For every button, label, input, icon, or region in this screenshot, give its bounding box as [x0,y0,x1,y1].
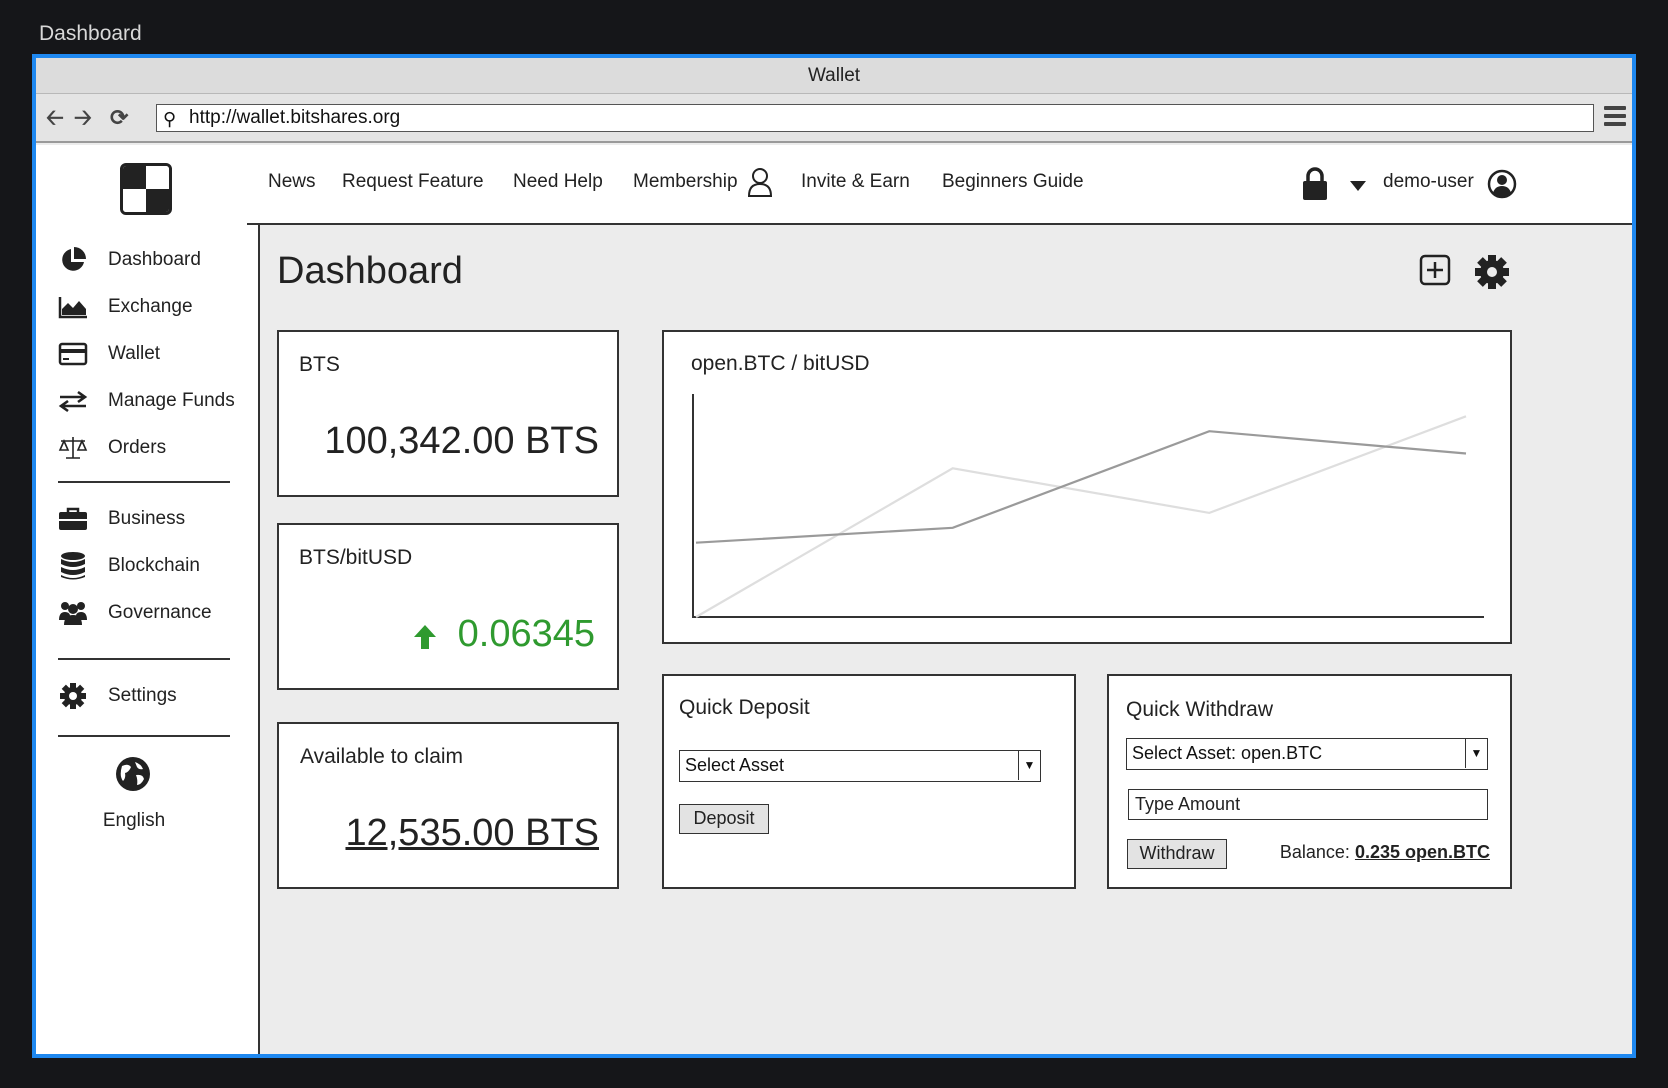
sidebar-item-label: Dashboard [108,249,201,270]
amount-placeholder: Type Amount [1135,794,1241,814]
outer-window-title: Dashboard [39,22,142,45]
reload-icon[interactable]: ⟳ [110,106,128,130]
browser-window: Wallet 🡠 🡢 ⟳ ⚲ http://wallet.bitshares.o… [32,54,1636,1058]
avatar[interactable] [1487,169,1517,204]
sidebar-item-label: Blockchain [108,555,200,576]
window-title: Wallet [36,58,1632,94]
card-label: BTS [299,353,340,376]
claim-value-link[interactable]: 12,535.00 BTS [345,812,599,855]
transfer-arrows-icon [58,387,88,415]
address-bar: 🡠 🡢 ⟳ ⚲ http://wallet.bitshares.org [36,94,1632,143]
username[interactable]: demo-user [1383,171,1474,193]
balance-value-link[interactable]: 0.235 open.BTC [1355,842,1490,862]
nav-link-request-feature[interactable]: Request Feature [342,171,484,193]
url-input[interactable]: ⚲ http://wallet.bitshares.org [156,104,1594,132]
lock-icon[interactable] [1301,167,1329,206]
price-value: 0.06345 [457,613,595,655]
sidebar-item-business[interactable]: Business [58,504,185,534]
price-chart-card: open.BTC / bitUSD [662,330,1512,644]
chevron-down-icon[interactable] [1349,179,1367,197]
url-text: http://wallet.bitshares.org [189,107,401,128]
sidebar-item-label: Exchange [108,296,193,317]
quick-deposit-panel: Quick Deposit Select Asset ▼ Deposit [662,674,1076,889]
arrow-up-icon [412,623,438,656]
hamburger-menu-icon[interactable] [1604,106,1626,130]
language-label[interactable]: English [36,810,232,832]
gear-icon [58,682,88,710]
sidebar-item-governance[interactable]: Governance [58,598,212,628]
credit-card-icon [58,340,88,368]
sidebar-item-label: Governance [108,602,212,623]
sidebar-item-blockchain[interactable]: Blockchain [58,551,200,581]
bts-balance-value: 100,342.00 BTS [324,420,599,462]
nav-link-membership[interactable]: Membership [633,171,738,193]
panel-title: Quick Withdraw [1126,698,1274,721]
claim-card: Available to claim 12,535.00 BTS [277,722,619,889]
database-icon [58,552,88,580]
sidebar-item-settings[interactable]: Settings [58,681,177,711]
top-navigation: News Request Feature Need Help Membershi… [247,145,1632,225]
balance-label: Balance: [1279,842,1350,862]
sidebar-item-label: Business [108,508,186,529]
area-chart-icon [58,293,88,321]
price-card: BTS/bitUSD 0.06345 [277,523,619,690]
deposit-button[interactable]: Deposit [679,804,769,834]
gear-icon[interactable] [1475,255,1509,294]
withdraw-button[interactable]: Withdraw [1127,839,1227,869]
bts-balance-card: BTS 100,342.00 BTS [277,330,619,497]
search-icon: ⚲ [163,109,177,129]
sidebar-item-label: Manage Funds [108,390,235,411]
select-value: Select Asset: open.BTC [1132,743,1323,763]
sidebar-item-orders[interactable]: Orders [58,433,166,463]
sidebar-item-label: Settings [108,685,177,706]
sidebar-item-label: Orders [108,437,167,458]
pie-chart-icon [58,246,88,274]
nav-link-beginners-guide[interactable]: Beginners Guide [942,171,1084,193]
sidebar-item-manage-funds[interactable]: Manage Funds [58,386,235,416]
withdraw-balance: Balance: 0.235 open.BTC [1280,842,1490,863]
bitshares-logo[interactable] [120,163,172,215]
sidebar-divider [58,481,230,483]
sidebar-divider [58,735,230,737]
quick-withdraw-panel: Quick Withdraw Select Asset: open.BTC ▼ … [1107,674,1512,889]
sidebar-item-label: Wallet [108,343,161,364]
sidebar: Dashboard Exchange Wallet Manage Funds O… [36,145,260,1054]
sidebar-divider [58,658,230,660]
sidebar-item-exchange[interactable]: Exchange [58,292,193,322]
panel-title: Quick Deposit [679,696,810,719]
chevron-down-icon[interactable]: ▼ [1018,751,1040,780]
balance-scale-icon [58,434,88,462]
globe-icon[interactable] [116,757,150,791]
page-title: Dashboard [277,250,463,292]
deposit-asset-select[interactable]: Select Asset ▼ [679,750,1041,782]
chart-series-line-2 [695,415,1467,618]
add-widget-icon[interactable] [1419,254,1451,291]
chart-series-line-1 [695,430,1467,544]
nav-link-invite-earn[interactable]: Invite & Earn [801,171,910,193]
nav-link-need-help[interactable]: Need Help [513,171,603,193]
card-label: Available to claim [300,745,464,768]
back-arrow-icon[interactable]: 🡠 [46,106,64,130]
users-icon [58,599,88,627]
withdraw-asset-select[interactable]: Select Asset: open.BTC ▼ [1126,738,1488,770]
briefcase-icon [58,505,88,533]
forward-arrow-icon[interactable]: 🡢 [74,106,92,130]
chevron-down-icon[interactable]: ▼ [1465,739,1487,768]
membership-user-icon [747,166,773,203]
chart-axes [692,394,1484,618]
nav-link-news[interactable]: News [268,171,316,193]
sidebar-item-wallet[interactable]: Wallet [58,339,160,369]
line-chart [692,394,1484,618]
card-label: BTS/bitUSD [299,546,413,569]
withdraw-amount-input[interactable]: Type Amount [1128,789,1488,820]
sidebar-item-dashboard[interactable]: Dashboard [58,245,201,275]
select-value: Select Asset [685,755,785,775]
